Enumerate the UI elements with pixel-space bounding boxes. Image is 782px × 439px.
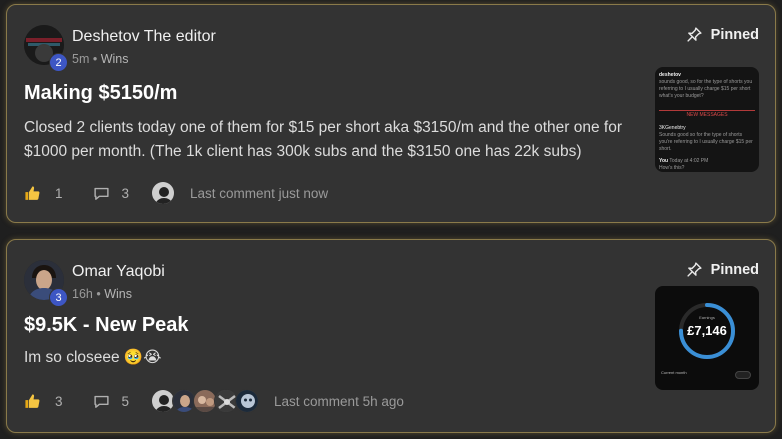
author-name[interactable]: Deshetov The editor xyxy=(72,28,216,46)
thumb-amount: £7,146 xyxy=(687,323,727,338)
thumb-line: referring to I usually charge $15 per sh… xyxy=(659,86,751,92)
post-time: 16h xyxy=(72,287,93,301)
commenter-avatars xyxy=(151,389,260,413)
thumb-line: sounds good, so for the type of shorts y… xyxy=(659,79,753,85)
level-badge: 3 xyxy=(49,288,68,307)
thumb-footer: Current month xyxy=(661,370,687,375)
like-button[interactable]: 3 xyxy=(24,393,63,410)
last-comment[interactable]: Last comment 5h ago xyxy=(274,394,404,409)
post-thumbnail[interactable]: Earnings £7,146 Current month xyxy=(655,286,759,390)
post-meta: 5m • Wins xyxy=(72,52,129,66)
author-avatar[interactable]: 2 xyxy=(24,25,68,72)
post-category[interactable]: Wins xyxy=(101,52,129,66)
thumb-label: Earnings xyxy=(699,315,715,320)
like-button[interactable]: 1 xyxy=(24,185,63,202)
comment-button[interactable]: 5 xyxy=(93,393,130,410)
pin-icon xyxy=(687,27,702,42)
thumb-header: deshetov xyxy=(659,72,681,78)
post-actions: 1 3 Last comment just now xyxy=(24,180,328,206)
pinned-label: Pinned xyxy=(710,261,759,278)
post-category[interactable]: Wins xyxy=(104,287,132,301)
thumb-line: How's this? xyxy=(659,165,685,171)
like-count: 1 xyxy=(55,185,63,201)
author-avatar[interactable]: 3 xyxy=(24,260,68,307)
thumb-reply-name: 3KGenebtry xyxy=(659,125,686,131)
post-actions: 3 5 Last comment 5h ago xyxy=(24,388,404,414)
author-name[interactable]: Omar Yaqobi xyxy=(72,263,165,281)
thumbs-up-icon xyxy=(25,185,40,200)
post-card[interactable]: 2 Deshetov The editor 5m • Wins Pinned M… xyxy=(6,4,776,223)
comment-button[interactable]: 3 xyxy=(93,185,130,202)
commenter-avatar[interactable] xyxy=(151,181,176,205)
commenter-avatar[interactable] xyxy=(235,389,260,413)
like-count: 3 xyxy=(55,393,63,409)
pin-icon xyxy=(687,262,702,277)
post-title[interactable]: $9.5K - New Peak xyxy=(24,314,189,337)
pinned-indicator: Pinned xyxy=(686,261,759,278)
post-meta: 16h • Wins xyxy=(72,287,132,301)
comment-icon xyxy=(93,187,109,200)
post-time: 5m xyxy=(72,52,90,66)
thumb-line: you're referring to I usually charge $15… xyxy=(659,139,753,152)
thumb-you-time: Today at 4:02 PM xyxy=(669,158,709,164)
post-title[interactable]: Making $5150/m xyxy=(24,82,177,105)
thumb-chip xyxy=(735,371,751,379)
commenter-avatars xyxy=(151,181,176,205)
thumb-line: what's your budget? xyxy=(659,93,704,99)
pinned-label: Pinned xyxy=(710,26,759,43)
level-badge: 2 xyxy=(49,53,68,72)
last-comment[interactable]: Last comment just now xyxy=(190,186,328,201)
post-body[interactable]: Im so closeee 🥹😭 xyxy=(24,346,634,370)
thumbs-up-icon xyxy=(25,393,40,408)
comment-count: 5 xyxy=(121,393,130,409)
thumb-line: Sounds good so for the type of shorts xyxy=(659,132,743,138)
comment-icon xyxy=(93,395,109,408)
comment-count: 3 xyxy=(121,185,130,201)
post-card[interactable]: 3 Omar Yaqobi 16h • Wins Pinned $9.5K - … xyxy=(6,239,776,433)
pinned-indicator: Pinned xyxy=(686,26,759,43)
post-thumbnail[interactable]: deshetov sounds good, so for the type of… xyxy=(655,67,759,172)
post-body[interactable]: Closed 2 clients today one of them for $… xyxy=(24,116,634,164)
thumb-you: You xyxy=(659,158,669,164)
thumb-divider: NEW MESSAGES xyxy=(659,110,755,119)
